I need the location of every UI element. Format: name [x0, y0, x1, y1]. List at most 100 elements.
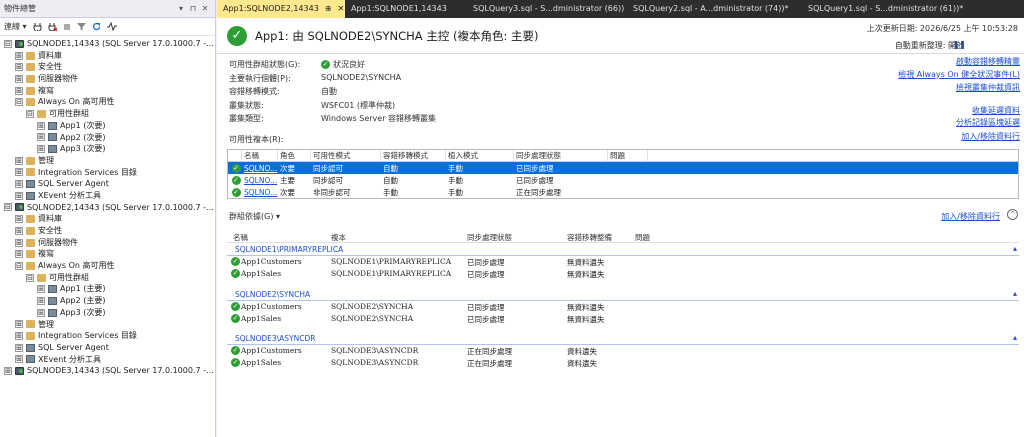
- expand-toggle-icon[interactable]: ⊞: [15, 191, 23, 200]
- replica-row[interactable]: ✓ SQLNO... 次要 同步認可 自動 手動 已同步處理: [228, 162, 1018, 174]
- collapse-caret-icon[interactable]: ▴: [1013, 289, 1017, 298]
- expand-toggle-icon[interactable]: ⊞: [37, 133, 45, 142]
- pin-icon[interactable]: ⊕: [325, 4, 332, 13]
- database-row[interactable]: ✓ App1Sales SQLNODE3\ASYNCDR 正在同步處理 資料遺失: [227, 357, 1019, 369]
- database-row[interactable]: ✓ App1Sales SQLNODE2\SYNCHA 已同步處理 無資料遺失: [227, 313, 1019, 325]
- expand-toggle-icon[interactable]: ⊞: [37, 145, 45, 154]
- collapse-toggle-icon[interactable]: ⊟: [15, 98, 23, 107]
- expand-toggle-icon[interactable]: ⊞: [15, 250, 23, 259]
- expand-toggle-icon[interactable]: ⊞: [37, 121, 45, 130]
- close-icon[interactable]: ✕: [199, 4, 211, 13]
- expand-toggle-icon[interactable]: ⊞: [15, 355, 23, 364]
- group-by-dropdown[interactable]: 群組依據(G) ▾: [229, 211, 280, 222]
- grid-header-cell[interactable]: 名稱: [242, 150, 278, 161]
- tab-document[interactable]: App1:SQLNODE2,14343 ⊕ ✕: [217, 0, 345, 18]
- database-row[interactable]: ✓ App1Sales SQLNODE1\PRIMARYREPLICA 已同步處理 無資…: [227, 268, 1019, 280]
- grid-header-cell[interactable]: 同步處理狀態: [514, 150, 608, 161]
- expand-toggle-icon[interactable]: ⊞: [15, 86, 23, 95]
- expand-toggle-icon[interactable]: ⊞: [37, 296, 45, 305]
- expand-toggle-icon[interactable]: ⊞: [37, 285, 45, 294]
- tree-node[interactable]: ⊞ 複寫: [0, 85, 215, 97]
- tree-node[interactable]: ⊞ 資料庫: [0, 50, 215, 62]
- grid-header-cell[interactable]: 容錯移轉模式: [381, 150, 446, 161]
- tab-document[interactable]: SQLQuery3.sql - S...dministrator (66)): [467, 0, 627, 18]
- pause-icon[interactable]: ❚❚: [953, 40, 966, 49]
- tree-node[interactable]: ⊞ 管理: [0, 155, 215, 167]
- tree-node[interactable]: ⊞ 複寫: [0, 248, 215, 260]
- tree-node[interactable]: ⊟ 可用性群組: [0, 272, 215, 284]
- dashboard-link[interactable]: 分析記錄區塊延遲: [956, 117, 1020, 128]
- expand-toggle-icon[interactable]: ⊞: [15, 180, 23, 189]
- expand-toggle-icon[interactable]: ⊞: [4, 367, 12, 376]
- tab-document[interactable]: SQLQuery2.sql - A...dministrator (74))*: [627, 0, 802, 18]
- expand-toggle-icon[interactable]: ⊞: [15, 156, 23, 165]
- tree-node[interactable]: ⊞ SQL Server Agent: [0, 178, 215, 190]
- replica-name-cell[interactable]: SQLNO...: [242, 176, 278, 185]
- grid-header-cell[interactable]: 植入模式: [446, 150, 514, 161]
- tree-node[interactable]: ⊞ App2 (主要): [0, 295, 215, 307]
- tree-node[interactable]: ⊞ XEvent 分析工具: [0, 354, 215, 366]
- tree-node[interactable]: ⊞ Integration Services 目錄: [0, 330, 215, 342]
- tree-node[interactable]: ⊞ App1 (主要): [0, 283, 215, 295]
- collapse-toggle-icon[interactable]: ⊟: [4, 39, 12, 48]
- dropdown-icon[interactable]: ▾: [175, 4, 187, 13]
- grid-header-cell[interactable]: 可用性模式: [311, 150, 381, 161]
- expand-toggle-icon[interactable]: ⊞: [15, 51, 23, 60]
- replica-group-header[interactable]: SQLNODE2\SYNCHA ▴: [227, 289, 1019, 301]
- tree-node[interactable]: ⊟ Always On 高可用性: [0, 96, 215, 108]
- replica-row[interactable]: ✓ SQLNO... 次要 非同步認可 手動 手動 正在同步處理: [228, 186, 1018, 198]
- replica-name-cell[interactable]: SQLNO...: [242, 164, 278, 173]
- database-row[interactable]: ✓ App1Customers SQLNODE2\SYNCHA 已同步處理 無資料遺失: [227, 301, 1019, 313]
- expand-toggle-icon[interactable]: ⊞: [15, 168, 23, 177]
- tree-node[interactable]: ⊞ SQL Server Agent: [0, 342, 215, 354]
- tree-node[interactable]: ⊞ SQLNODE3,14343 (SQL Server 17.0.1000.7 …: [0, 365, 215, 377]
- db-grid-header-cell[interactable]: 複本: [331, 232, 346, 243]
- collapse-caret-icon[interactable]: ▴: [1013, 244, 1017, 253]
- stop-icon[interactable]: [63, 23, 71, 31]
- grid-header-cell[interactable]: 問題: [608, 150, 648, 161]
- expand-toggle-icon[interactable]: ⊞: [15, 238, 23, 247]
- tab-document[interactable]: App1:SQLNODE1,14343: [345, 0, 467, 18]
- add-remove-columns-link[interactable]: 加入/移除資料行: [941, 211, 1000, 222]
- tree-node[interactable]: ⊟ 可用性群組: [0, 108, 215, 120]
- database-row[interactable]: ✓ App1Customers SQLNODE3\ASYNCDR 正在同步處理 資料遺失: [227, 345, 1019, 357]
- expand-toggle-icon[interactable]: ⊞: [37, 308, 45, 317]
- db-grid-header-cell[interactable]: 名稱: [233, 232, 248, 243]
- tree-node[interactable]: ⊞ App3 (次要): [0, 307, 215, 319]
- expand-toggle-icon[interactable]: ⊞: [15, 215, 23, 224]
- replica-name-cell[interactable]: SQLNO...: [242, 188, 278, 197]
- replicas-add-remove-columns-link[interactable]: 加入/移除資料行: [961, 131, 1020, 142]
- dashboard-link[interactable]: 收集延遲資料: [972, 105, 1020, 116]
- dashboard-link[interactable]: 檢視叢集仲裁資訊: [956, 82, 1020, 93]
- connect-button[interactable]: 連線 ▾: [4, 21, 27, 32]
- collapse-toggle-icon[interactable]: ⊟: [26, 273, 34, 282]
- replica-row[interactable]: ✓ SQLNO... 主要 同步認可 自動 手動 已同步處理: [228, 174, 1018, 186]
- filter-icon[interactable]: [76, 22, 86, 31]
- tree-node[interactable]: ⊞ 管理: [0, 319, 215, 331]
- tree-node[interactable]: ⊞ 安全性: [0, 225, 215, 237]
- close-tab-icon[interactable]: ✕: [338, 4, 345, 13]
- tree-node[interactable]: ⊞ 伺服器物件: [0, 237, 215, 249]
- dashboard-link[interactable]: 檢視 Always On 健全狀況事件(L): [898, 69, 1020, 80]
- grid-header-cell[interactable]: 角色: [278, 150, 311, 161]
- tree-node[interactable]: ⊞ Integration Services 目錄: [0, 167, 215, 179]
- dashboard-link[interactable]: 啟動容錯移轉精靈: [956, 56, 1020, 67]
- plug-icon[interactable]: [33, 22, 42, 31]
- tree-node[interactable]: ⊟ Always On 高可用性: [0, 260, 215, 272]
- tree-node[interactable]: ⊞ XEvent 分析工具: [0, 190, 215, 202]
- collapse-toggle-icon[interactable]: ⊟: [26, 109, 34, 118]
- expand-toggle-icon[interactable]: ⊞: [15, 226, 23, 235]
- refresh-icon[interactable]: [92, 22, 101, 31]
- tree-node[interactable]: ⊞ 伺服器物件: [0, 73, 215, 85]
- db-grid-header-cell[interactable]: 容錯移轉整備: [567, 232, 612, 243]
- collapse-toggle-icon[interactable]: ⊟: [15, 261, 23, 270]
- expand-toggle-icon[interactable]: ⊞: [15, 343, 23, 352]
- collapse-icon[interactable]: ⌃: [1007, 209, 1018, 220]
- expand-toggle-icon[interactable]: ⊞: [15, 320, 23, 329]
- tree-node[interactable]: ⊞ App3 (次要): [0, 143, 215, 155]
- tree-node[interactable]: ⊞ 安全性: [0, 61, 215, 73]
- collapse-caret-icon[interactable]: ▴: [1013, 333, 1017, 342]
- expand-toggle-icon[interactable]: ⊞: [15, 63, 23, 72]
- tree-node[interactable]: ⊞ App1 (次要): [0, 120, 215, 132]
- expand-toggle-icon[interactable]: ⊞: [15, 332, 23, 341]
